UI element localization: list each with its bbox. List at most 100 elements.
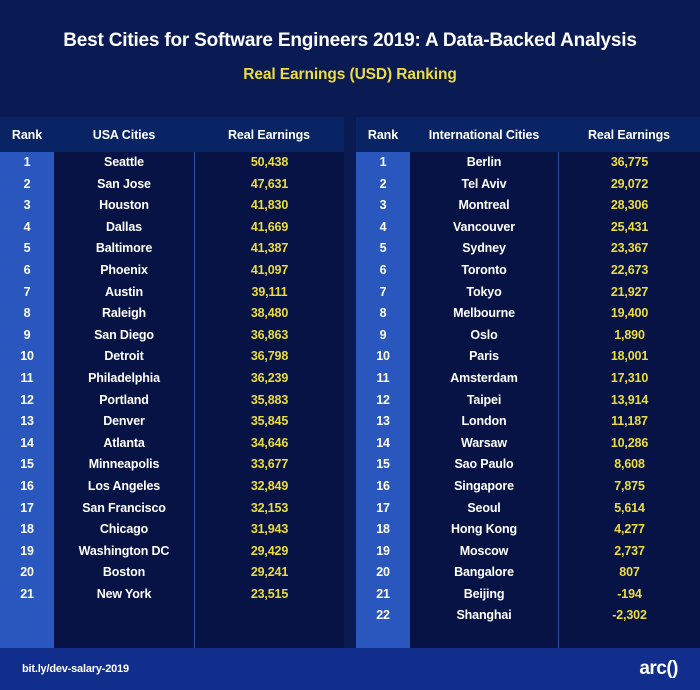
table-row-city: Raleigh bbox=[101, 306, 147, 321]
footer-source-link[interactable]: bit.ly/dev-salary-2019 bbox=[22, 663, 129, 675]
table-row-rank: 1 bbox=[379, 155, 387, 169]
table-row-earnings: 29,429 bbox=[250, 543, 289, 558]
table-row-rank: 15 bbox=[20, 457, 34, 472]
table-row-earnings: 31,943 bbox=[250, 522, 289, 537]
table-row-city: Sydney bbox=[462, 241, 506, 256]
table-row-earnings: 41,097 bbox=[250, 262, 289, 277]
table-row-earnings: 33,677 bbox=[250, 457, 289, 472]
table-row-city: Oslo bbox=[470, 327, 498, 342]
table-row-city: Baltimore bbox=[95, 241, 153, 256]
table-row-city: Los Angeles bbox=[87, 478, 161, 493]
table-row-rank: 17 bbox=[20, 500, 34, 515]
table-row-earnings: 5,614 bbox=[614, 500, 645, 515]
table-row-rank: 6 bbox=[379, 262, 387, 277]
table-row-city: Tokyo bbox=[466, 284, 502, 299]
table-row-city: Berlin bbox=[466, 155, 502, 169]
table-row-earnings: 2,737 bbox=[614, 543, 645, 558]
table-row-rank: 5 bbox=[379, 241, 387, 256]
table-row-rank: 13 bbox=[376, 414, 390, 429]
rankings-tables: Rank USA Cities Real Earnings 1234567891… bbox=[0, 117, 700, 648]
table-row-city: Seoul bbox=[467, 500, 501, 515]
table-row-city: Moscow bbox=[459, 543, 509, 558]
table-row-city: Shanghai bbox=[456, 608, 512, 623]
international-cities-table: Rank International Cities Real Earnings … bbox=[356, 117, 700, 648]
table-row-city: Bangalore bbox=[454, 565, 514, 580]
table-row-earnings: 807 bbox=[619, 565, 640, 580]
usa-rank-column: 1 2 3 4 5 6 7 8 9 10 11 12 13 14 15 16 17 18 19 20 21 bbox=[0, 152, 54, 648]
table-row-earnings: 10,286 bbox=[610, 435, 649, 450]
table-row-earnings: 36,863 bbox=[250, 327, 289, 342]
table-row-earnings: 35,845 bbox=[250, 414, 289, 429]
table-row-city: Toronto bbox=[461, 262, 507, 277]
table-row-earnings: 7,875 bbox=[614, 478, 645, 493]
table-row-city: Montreal bbox=[458, 198, 510, 213]
table-row-city: New York bbox=[96, 586, 152, 601]
table-row-earnings: 36,798 bbox=[250, 349, 289, 364]
table-row-rank: 2 bbox=[23, 176, 31, 191]
intl-city-column: Berlin Tel Aviv Montreal Vancouver Sydney Tor… bbox=[410, 152, 558, 648]
page-subtitle: Real Earnings (USD) Ranking bbox=[243, 65, 457, 83]
title-block: Best Cities for Software Engineers 2019:… bbox=[0, 0, 700, 84]
table-row-rank: 3 bbox=[379, 198, 387, 213]
table-row-city: Portland bbox=[99, 392, 149, 407]
table-row-rank: 6 bbox=[23, 262, 31, 277]
table-row-city: Dallas bbox=[106, 219, 142, 234]
table-row-city: Singapore bbox=[454, 478, 514, 493]
usa-city-column: Seattle San Jose Houston Dallas Baltimore Pho… bbox=[54, 152, 194, 648]
table-row-earnings: 21,927 bbox=[610, 284, 649, 299]
table-row-earnings: 1,890 bbox=[614, 327, 645, 342]
table-row-city: Taipei bbox=[466, 392, 502, 407]
table-row-earnings: 34,646 bbox=[250, 435, 289, 450]
table-row-city: Warsaw bbox=[461, 435, 507, 450]
intl-header-rank: Rank bbox=[367, 127, 399, 142]
table-row-city: Tel Aviv bbox=[461, 176, 507, 191]
table-row-rank: 21 bbox=[20, 586, 34, 601]
table-row-city: Atlanta bbox=[103, 435, 145, 450]
table-row-earnings: 41,387 bbox=[250, 241, 289, 256]
table-row-earnings: 47,631 bbox=[250, 176, 289, 191]
table-row-city: Sao Paulo bbox=[454, 457, 514, 472]
table-row-earnings: 32,153 bbox=[250, 500, 289, 515]
table-row-earnings: 29,072 bbox=[610, 176, 649, 191]
arc-logo: arc() bbox=[639, 658, 678, 679]
table-row-city: Melbourne bbox=[453, 306, 515, 321]
table-row-earnings: 35,883 bbox=[250, 392, 289, 407]
table-row-rank: 5 bbox=[23, 241, 31, 256]
table-row-city: Houston bbox=[99, 198, 149, 213]
table-row-earnings: -2,302 bbox=[612, 608, 647, 623]
table-row-city: Paris bbox=[469, 349, 499, 364]
table-row-earnings: 25,431 bbox=[610, 219, 649, 234]
table-row-earnings: 23,515 bbox=[250, 586, 289, 601]
table-row-city: Washington DC bbox=[78, 543, 170, 558]
table-row-earnings: 28,306 bbox=[610, 198, 649, 213]
intl-table-body: 1 2 3 4 5 6 7 8 9 10 11 12 13 14 15 16 17 18 19 20 21 22 Berl… bbox=[356, 152, 700, 648]
table-row-rank: 18 bbox=[376, 522, 390, 537]
usa-header-city: USA Cities bbox=[92, 127, 156, 142]
intl-table-header-row: Rank International Cities Real Earnings bbox=[356, 117, 700, 152]
table-row-rank: 13 bbox=[20, 414, 34, 429]
table-row-rank: 11 bbox=[376, 370, 390, 385]
table-row-city: San Diego bbox=[94, 327, 154, 342]
usa-table-header-row: Rank USA Cities Real Earnings bbox=[0, 117, 344, 152]
table-row-rank: 8 bbox=[23, 306, 31, 321]
table-row-rank: 4 bbox=[23, 219, 31, 234]
table-row-earnings: 36,775 bbox=[610, 155, 649, 169]
usa-earnings-column: 50,438 47,631 41,830 41,669 41,387 41,097 39,1… bbox=[194, 152, 344, 648]
page-title: Best Cities for Software Engineers 2019:… bbox=[63, 30, 637, 51]
intl-rank-column: 1 2 3 4 5 6 7 8 9 10 11 12 13 14 15 16 17 18 19 20 21 22 bbox=[356, 152, 410, 648]
table-row-rank: 18 bbox=[20, 522, 34, 537]
table-row-rank: 12 bbox=[20, 392, 34, 407]
table-row-rank: 10 bbox=[376, 349, 390, 364]
table-row-city: Austin bbox=[105, 284, 143, 299]
table-row-rank: 7 bbox=[23, 284, 31, 299]
table-row-city: Minneapolis bbox=[88, 457, 160, 472]
table-row-earnings: -194 bbox=[617, 586, 642, 601]
table-row-city: London bbox=[461, 414, 507, 429]
table-row-earnings: 4,277 bbox=[614, 522, 645, 537]
table-row-rank: 10 bbox=[20, 349, 34, 364]
table-row-earnings: 19,400 bbox=[610, 306, 649, 321]
table-row-rank: 14 bbox=[20, 435, 34, 450]
table-row-earnings: 22,673 bbox=[610, 262, 649, 277]
table-row-rank: 19 bbox=[20, 543, 34, 558]
table-row-rank: 20 bbox=[376, 565, 390, 580]
